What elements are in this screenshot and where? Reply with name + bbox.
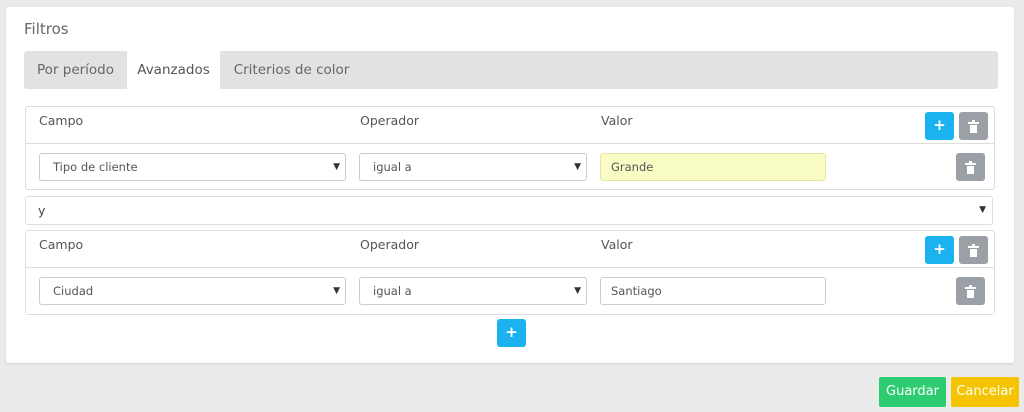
campo-select[interactable]: Tipo de cliente ▼ (39, 153, 346, 181)
trash-icon (968, 244, 979, 257)
delete-condition-button[interactable] (956, 153, 985, 181)
plus-icon: + (933, 240, 946, 258)
tab-avanzados[interactable]: Avanzados (127, 51, 220, 89)
cancel-button[interactable]: Cancelar (951, 377, 1019, 407)
campo-select[interactable]: Ciudad ▼ (39, 277, 346, 305)
plus-icon: + (505, 323, 518, 341)
add-condition-button[interactable]: + (925, 112, 954, 140)
filter-tabs: Por período Avanzados Criterios de color (24, 51, 998, 89)
operador-label: Operador (360, 237, 419, 252)
valor-input[interactable] (600, 277, 826, 305)
valor-input[interactable] (600, 153, 826, 181)
operador-select[interactable]: igual a ▼ (359, 153, 587, 181)
logical-connector-select[interactable]: y ▼ (25, 196, 993, 225)
plus-icon: + (933, 116, 946, 134)
valor-label: Valor (601, 237, 633, 252)
condition-header: Campo Operador Valor (26, 107, 994, 144)
tab-por-periodo[interactable]: Por período (24, 51, 127, 89)
save-button[interactable]: Guardar (879, 377, 946, 407)
operador-label: Operador (360, 113, 419, 128)
filters-panel: Filtros Por período Avanzados Criterios … (6, 7, 1014, 363)
valor-label: Valor (601, 113, 633, 128)
add-group-button[interactable]: + (497, 319, 526, 347)
trash-icon (968, 120, 979, 133)
condition-header: Campo Operador Valor (26, 231, 994, 268)
condition-group-1: Campo Operador Valor + Tipo de cliente ▼… (25, 106, 995, 190)
delete-condition-button[interactable] (956, 277, 985, 305)
tab-criterios-de-color[interactable]: Criterios de color (220, 51, 363, 89)
campo-label: Campo (39, 113, 84, 128)
operador-select-value: igual a (373, 284, 412, 298)
trash-icon (965, 285, 976, 298)
caret-down-icon: ▼ (574, 286, 581, 296)
delete-group-button[interactable] (959, 236, 988, 264)
connector-value: y (38, 203, 46, 218)
add-condition-button[interactable]: + (925, 236, 954, 264)
caret-down-icon: ▼ (574, 162, 581, 172)
caret-down-icon: ▼ (333, 286, 340, 296)
operador-select-value: igual a (373, 160, 412, 174)
panel-title: Filtros (24, 20, 69, 38)
caret-down-icon: ▼ (333, 162, 340, 172)
condition-group-2: Campo Operador Valor + Ciudad ▼ igual a … (25, 230, 995, 315)
operador-select[interactable]: igual a ▼ (359, 277, 587, 305)
delete-group-button[interactable] (959, 112, 988, 140)
caret-down-icon: ▼ (979, 205, 986, 215)
campo-label: Campo (39, 237, 84, 252)
campo-select-value: Tipo de cliente (53, 160, 138, 174)
campo-select-value: Ciudad (53, 284, 94, 298)
trash-icon (965, 161, 976, 174)
